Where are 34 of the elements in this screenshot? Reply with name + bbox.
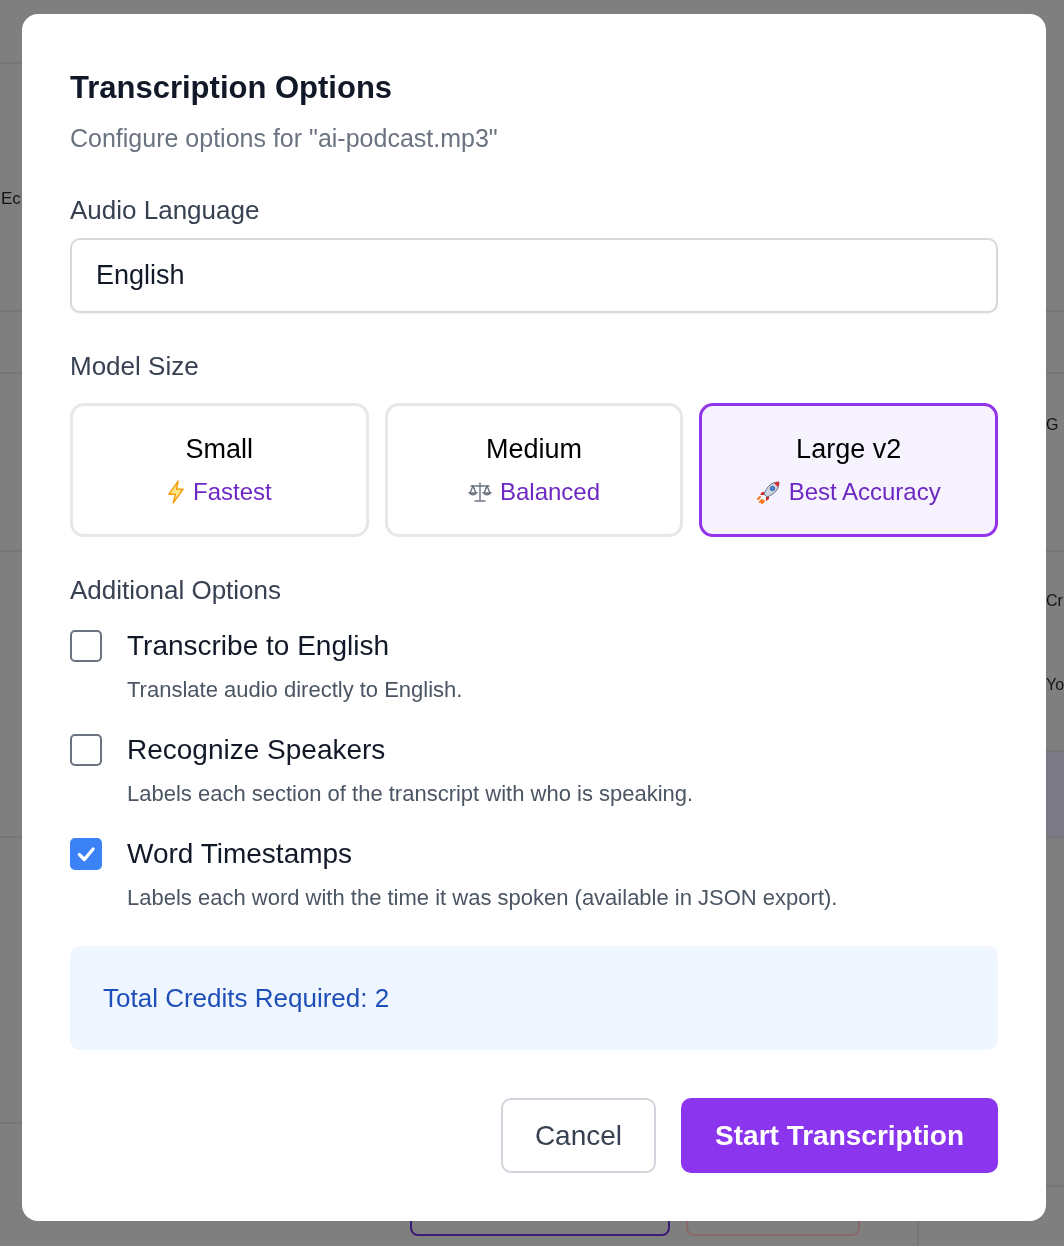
start-button[interactable]: Start Transcription xyxy=(681,1098,998,1173)
option-title: Medium xyxy=(485,433,582,465)
language-field[interactable]: English xyxy=(70,238,998,313)
option-description: Translate audio directly to English. xyxy=(127,676,463,704)
lightning-icon xyxy=(166,480,185,504)
model-option[interactable]: Small Fastest xyxy=(70,403,369,537)
checkbox[interactable] xyxy=(70,838,102,870)
field-label: Audio Language xyxy=(70,194,261,227)
option-title: Small xyxy=(185,433,254,465)
background-text: Yo xyxy=(1046,675,1064,695)
section-label: Additional Options xyxy=(70,574,283,607)
option-label: Transcribe to English xyxy=(127,629,390,663)
background-text: Ec xyxy=(1,188,21,210)
option-description: Labels each word with the time it was spoken (available in JSON export). xyxy=(127,884,838,912)
option-description: Labels each section of the transcript with who is speaking. xyxy=(127,780,694,808)
option-tagline: Fastest xyxy=(192,477,272,507)
dialog-subtitle: Configure options for "ai-podcast.mp3" xyxy=(70,123,499,154)
dialog-title: Transcription Options xyxy=(70,69,394,107)
credits-text: Total Credits Required: 2 xyxy=(103,982,390,1015)
model-option[interactable]: Medium Balanced xyxy=(384,403,684,537)
option-label: Recognize Speakers xyxy=(127,733,387,767)
background-text: Cr xyxy=(1046,591,1063,611)
rocket-icon xyxy=(756,480,781,504)
option-tagline: Best Accuracy xyxy=(788,477,941,507)
option-tagline: Balanced xyxy=(499,477,601,507)
cancel-button[interactable]: Cancel xyxy=(500,1098,657,1173)
checkbox[interactable] xyxy=(70,630,102,662)
option-label: Word Timestamps xyxy=(127,837,354,871)
model-option[interactable]: Large v2 Best Accuracy xyxy=(699,403,998,537)
balance-scale-icon xyxy=(467,480,492,504)
section-label: Model Size xyxy=(70,350,200,383)
background-text: G xyxy=(1046,415,1059,435)
option-title: Large v2 xyxy=(796,433,902,465)
checkbox[interactable] xyxy=(70,734,102,766)
